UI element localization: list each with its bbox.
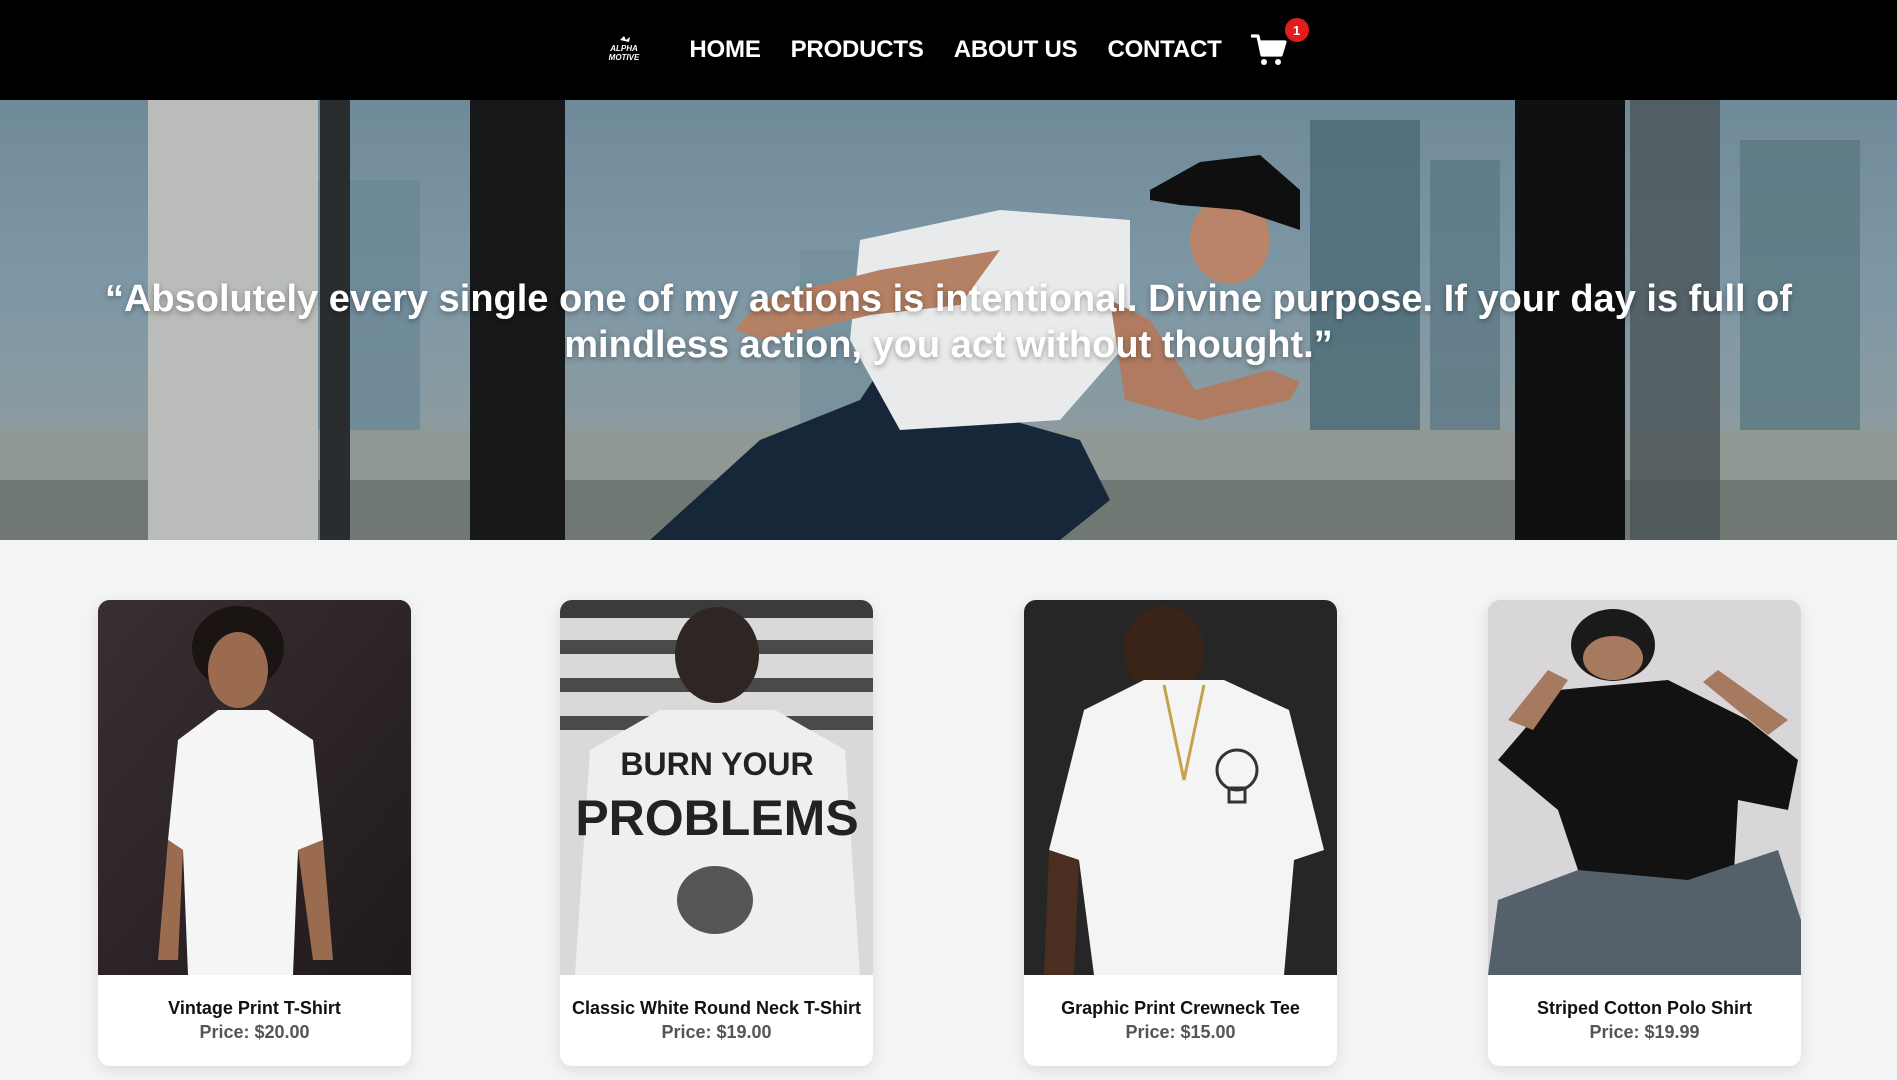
brand-logo[interactable]: ALPHA MOTIVE: [602, 34, 646, 66]
product-price: Price: $19.00: [661, 1022, 772, 1042]
product-price: Price: $19.99: [1589, 1022, 1700, 1042]
product-price: Price: $20.00: [199, 1022, 310, 1042]
svg-text:MOTIVE: MOTIVE: [609, 53, 640, 62]
product-name[interactable]: Classic White Round Neck T-Shirt: [560, 998, 873, 1019]
svg-text:PROBLEMS: PROBLEMS: [575, 790, 858, 846]
product-card[interactable]: Vintage Print T-Shirt Price: $20.00: [98, 600, 411, 1066]
cart-button[interactable]: 1: [1250, 18, 1309, 70]
product-card[interactable]: Graphic Print Crewneck Tee Price: $15.00: [1024, 600, 1337, 1066]
nav-link-about-us[interactable]: ABOUT US: [954, 36, 1078, 64]
product-grid: Vintage Print T-Shirt Price: $20.00 BURN…: [0, 600, 1897, 1080]
product-info: Graphic Print Crewneck Tee Price: $15.00: [1024, 975, 1337, 1066]
hero-banner: “Absolutely every single one of my actio…: [0, 100, 1897, 540]
svg-text:ALPHA: ALPHA: [610, 44, 639, 53]
product-price: Price: $15.00: [1125, 1022, 1236, 1042]
svg-text:BURN YOUR: BURN YOUR: [620, 746, 813, 782]
product-card[interactable]: Striped Cotton Polo Shirt Price: $19.99: [1488, 600, 1801, 1066]
product-card[interactable]: BURN YOUR PROBLEMS Classic White Round N…: [560, 600, 873, 1066]
product-name[interactable]: Graphic Print Crewneck Tee: [1024, 998, 1337, 1019]
product-image[interactable]: [98, 600, 411, 975]
nav-link-products[interactable]: PRODUCTS: [791, 36, 924, 64]
product-info: Striped Cotton Polo Shirt Price: $19.99: [1488, 975, 1801, 1066]
product-name[interactable]: Vintage Print T-Shirt: [98, 998, 411, 1019]
product-info: Vintage Print T-Shirt Price: $20.00: [98, 975, 411, 1066]
nav-link-contact[interactable]: CONTACT: [1107, 36, 1221, 64]
product-image[interactable]: [1488, 600, 1801, 975]
product-name[interactable]: Striped Cotton Polo Shirt: [1488, 998, 1801, 1019]
cart-count-badge: 1: [1284, 18, 1309, 42]
top-navbar: ALPHA MOTIVE HOME PRODUCTS ABOUT US CONT…: [0, 0, 1897, 100]
hero-quote: “Absolutely every single one of my actio…: [104, 278, 1793, 366]
main-nav: ALPHA MOTIVE HOME PRODUCTS ABOUT US CONT…: [0, 0, 1897, 100]
product-info: Classic White Round Neck T-Shirt Price: …: [560, 975, 873, 1066]
nav-link-home[interactable]: HOME: [689, 36, 760, 64]
product-image[interactable]: [1024, 600, 1337, 975]
product-image[interactable]: BURN YOUR PROBLEMS: [560, 600, 873, 975]
shopping-cart-icon: [1250, 34, 1287, 65]
